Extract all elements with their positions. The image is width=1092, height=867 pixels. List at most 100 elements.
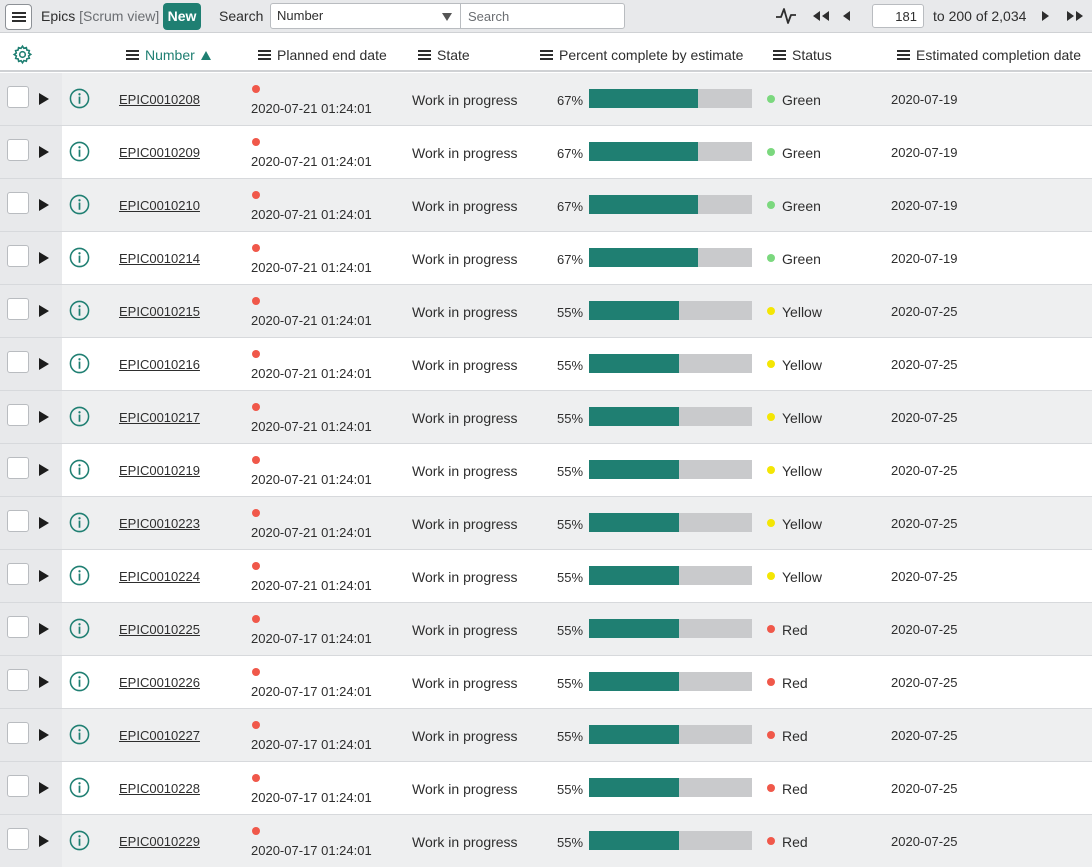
column-menu-icon[interactable] [258, 49, 271, 61]
epic-number-link[interactable]: EPIC0010227 [119, 728, 200, 743]
column-header-status[interactable]: Status [773, 47, 832, 63]
table-row[interactable]: EPIC0010219 2020-07-21 01:24:01 Work in … [0, 444, 1092, 497]
epic-number-link[interactable]: EPIC0010229 [119, 834, 200, 849]
table-row[interactable]: EPIC0010226 2020-07-17 01:24:01 Work in … [0, 656, 1092, 709]
info-icon[interactable] [69, 671, 90, 692]
epic-number-link[interactable]: EPIC0010208 [119, 92, 200, 107]
row-checkbox[interactable] [7, 563, 29, 585]
info-icon[interactable] [69, 512, 90, 533]
row-checkbox[interactable] [7, 404, 29, 426]
expand-row-icon[interactable] [39, 676, 49, 688]
info-icon[interactable] [69, 406, 90, 427]
epic-number-link[interactable]: EPIC0010209 [119, 145, 200, 160]
epic-number-link[interactable]: EPIC0010214 [119, 251, 200, 266]
table-row[interactable]: EPIC0010210 2020-07-21 01:24:01 Work in … [0, 179, 1092, 232]
state-value: Work in progress [412, 569, 518, 585]
table-row[interactable]: EPIC0010229 2020-07-17 01:24:01 Work in … [0, 815, 1092, 867]
column-header-number[interactable]: Number [126, 47, 211, 63]
first-page-icon[interactable] [811, 8, 831, 24]
context-menu-button[interactable] [5, 4, 32, 30]
table-row[interactable]: EPIC0010216 2020-07-21 01:24:01 Work in … [0, 338, 1092, 391]
row-checkbox[interactable] [7, 139, 29, 161]
row-checkbox[interactable] [7, 298, 29, 320]
epic-number-link[interactable]: EPIC0010225 [119, 622, 200, 637]
row-checkbox[interactable] [7, 86, 29, 108]
epic-number-link[interactable]: EPIC0010219 [119, 463, 200, 478]
table-row[interactable]: EPIC0010224 2020-07-21 01:24:01 Work in … [0, 550, 1092, 603]
expand-row-icon[interactable] [39, 411, 49, 423]
info-icon[interactable] [69, 618, 90, 639]
info-icon[interactable] [69, 300, 90, 321]
next-page-icon[interactable] [1040, 8, 1052, 24]
expand-row-icon[interactable] [39, 517, 49, 529]
page-number-input[interactable] [872, 4, 924, 28]
row-checkbox[interactable] [7, 722, 29, 744]
table-row[interactable]: EPIC0010227 2020-07-17 01:24:01 Work in … [0, 709, 1092, 762]
info-icon[interactable] [69, 88, 90, 109]
expand-row-icon[interactable] [39, 570, 49, 582]
expand-row-icon[interactable] [39, 835, 49, 847]
info-icon[interactable] [69, 459, 90, 480]
table-row[interactable]: EPIC0010217 2020-07-21 01:24:01 Work in … [0, 391, 1092, 444]
column-header-state[interactable]: State [418, 47, 470, 63]
column-menu-icon[interactable] [418, 49, 431, 61]
column-menu-icon[interactable] [897, 49, 910, 61]
column-menu-icon[interactable] [773, 49, 786, 61]
table-row[interactable]: EPIC0010208 2020-07-21 01:24:01 Work in … [0, 73, 1092, 126]
info-icon[interactable] [69, 194, 90, 215]
search-input[interactable] [460, 3, 625, 29]
gear-icon[interactable] [12, 44, 33, 65]
expand-row-icon[interactable] [39, 358, 49, 370]
table-row[interactable]: EPIC0010215 2020-07-21 01:24:01 Work in … [0, 285, 1092, 338]
search-field-select[interactable]: Number [270, 3, 461, 29]
column-menu-icon[interactable] [126, 49, 139, 61]
column-header-estimated-completion[interactable]: Estimated completion date [897, 47, 1081, 63]
info-icon[interactable] [69, 724, 90, 745]
epic-number-link[interactable]: EPIC0010226 [119, 675, 200, 690]
column-menu-icon[interactable] [540, 49, 553, 61]
row-checkbox[interactable] [7, 616, 29, 638]
epic-number-link[interactable]: EPIC0010228 [119, 781, 200, 796]
expand-row-icon[interactable] [39, 252, 49, 264]
table-row[interactable]: EPIC0010214 2020-07-21 01:24:01 Work in … [0, 232, 1092, 285]
row-checkbox[interactable] [7, 351, 29, 373]
expand-row-icon[interactable] [39, 146, 49, 158]
column-header-planned-end-date[interactable]: Planned end date [258, 47, 387, 63]
row-checkbox[interactable] [7, 510, 29, 532]
expand-row-icon[interactable] [39, 782, 49, 794]
previous-page-icon[interactable] [840, 8, 852, 24]
last-page-icon[interactable] [1065, 8, 1085, 24]
new-button[interactable]: New [163, 3, 201, 30]
row-checkbox[interactable] [7, 245, 29, 267]
epic-number-link[interactable]: EPIC0010223 [119, 516, 200, 531]
activity-stream-icon[interactable] [775, 6, 797, 26]
info-icon[interactable] [69, 777, 90, 798]
table-row[interactable]: EPIC0010228 2020-07-17 01:24:01 Work in … [0, 762, 1092, 815]
row-checkbox[interactable] [7, 775, 29, 797]
row-checkbox[interactable] [7, 669, 29, 691]
row-checkbox[interactable] [7, 457, 29, 479]
row-checkbox[interactable] [7, 828, 29, 850]
expand-row-icon[interactable] [39, 93, 49, 105]
epic-number-link[interactable]: EPIC0010210 [119, 198, 200, 213]
status-indicator [767, 731, 775, 739]
info-icon[interactable] [69, 830, 90, 851]
row-checkbox[interactable] [7, 192, 29, 214]
epic-number-link[interactable]: EPIC0010216 [119, 357, 200, 372]
table-row[interactable]: EPIC0010225 2020-07-17 01:24:01 Work in … [0, 603, 1092, 656]
epic-number-link[interactable]: EPIC0010224 [119, 569, 200, 584]
table-row[interactable]: EPIC0010223 2020-07-21 01:24:01 Work in … [0, 497, 1092, 550]
expand-row-icon[interactable] [39, 623, 49, 635]
expand-row-icon[interactable] [39, 199, 49, 211]
info-icon[interactable] [69, 141, 90, 162]
column-header-percent-complete[interactable]: Percent complete by estimate [540, 47, 743, 63]
expand-row-icon[interactable] [39, 305, 49, 317]
epic-number-link[interactable]: EPIC0010217 [119, 410, 200, 425]
expand-row-icon[interactable] [39, 729, 49, 741]
info-icon[interactable] [69, 247, 90, 268]
expand-row-icon[interactable] [39, 464, 49, 476]
info-icon[interactable] [69, 353, 90, 374]
table-row[interactable]: EPIC0010209 2020-07-21 01:24:01 Work in … [0, 126, 1092, 179]
epic-number-link[interactable]: EPIC0010215 [119, 304, 200, 319]
info-icon[interactable] [69, 565, 90, 586]
